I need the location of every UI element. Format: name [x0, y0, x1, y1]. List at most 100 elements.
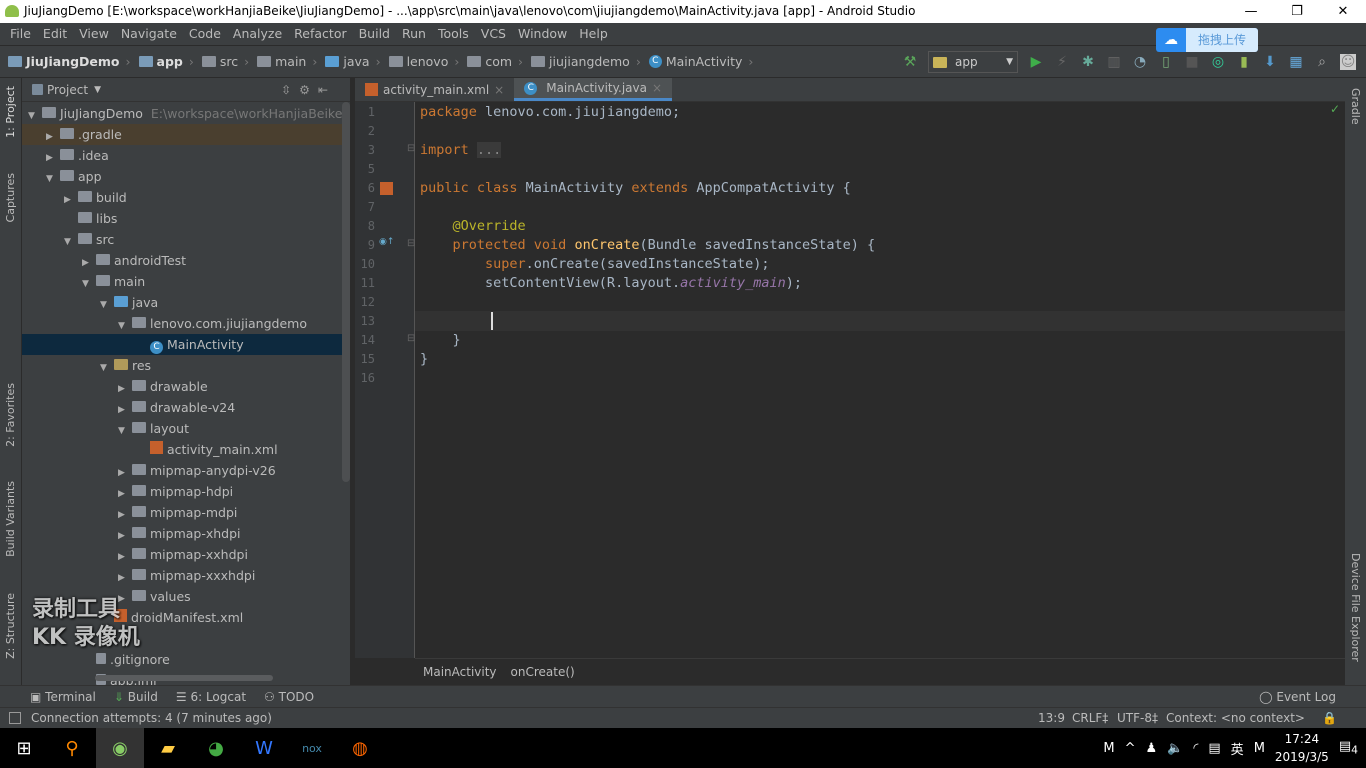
- tree-item[interactable]: ▶ .idea: [22, 145, 342, 166]
- tree-item[interactable]: ▼ layout: [22, 418, 342, 439]
- ime-icon[interactable]: ▤: [1208, 741, 1220, 756]
- tool-tab-device-file-explorer[interactable]: Device File Explorer: [1349, 553, 1362, 662]
- code-editor[interactable]: package lenovo.com.jiujiangdemo; import .…: [420, 102, 1345, 658]
- tree-item[interactable]: ▶ mipmap-anydpi-v26: [22, 460, 342, 481]
- run-icon[interactable]: ▶: [1028, 54, 1044, 70]
- menu-window[interactable]: Window: [512, 23, 573, 45]
- maximize-button[interactable]: ❐: [1274, 0, 1320, 23]
- file-explorer-icon[interactable]: ▰: [144, 728, 192, 768]
- avd-manager-icon[interactable]: ▮: [1236, 54, 1252, 70]
- recorder-icon[interactable]: ◍: [336, 728, 384, 768]
- menu-vcs[interactable]: VCS: [475, 23, 512, 45]
- breadcrumb-item[interactable]: java ›: [325, 54, 381, 69]
- search-app-icon[interactable]: ⚲: [48, 728, 96, 768]
- menu-tools[interactable]: Tools: [432, 23, 475, 45]
- android-studio-task-icon[interactable]: ◉: [96, 728, 144, 768]
- tree-item[interactable]: activity_main.xml: [22, 439, 342, 460]
- layout-link-icon[interactable]: [380, 182, 393, 195]
- tree-item[interactable]: ▶ .gradle: [22, 124, 342, 145]
- fold-icon[interactable]: ⊟: [407, 238, 415, 249]
- tool-tab-captures[interactable]: Captures: [4, 173, 17, 222]
- m-icon-2[interactable]: M: [1254, 741, 1265, 756]
- breadcrumb-item[interactable]: JiuJiangDemo ›: [8, 54, 131, 69]
- clock[interactable]: 17:24 2019/3/5: [1275, 730, 1329, 766]
- lock-icon[interactable]: 🔒: [1322, 708, 1337, 728]
- caret-position[interactable]: 13:9: [1038, 708, 1065, 728]
- tree-item[interactable]: ▼ JiuJiangDemo E:\workspace\workHanjiaBeik…: [22, 103, 350, 124]
- tree-item[interactable]: ▼ lenovo.com.jiujiangdemo: [22, 313, 342, 334]
- menu-code[interactable]: Code: [183, 23, 227, 45]
- tool-terminal[interactable]: ▣ Terminal: [30, 690, 96, 704]
- tool-tab-project[interactable]: 1: Project: [4, 86, 17, 138]
- tree-item[interactable]: ▼ main: [22, 271, 342, 292]
- tree-item[interactable]: ▶ androidTest: [22, 250, 342, 271]
- stop-icon[interactable]: ■: [1184, 54, 1200, 70]
- crumb-class[interactable]: MainActivity: [423, 665, 497, 679]
- close-tab-icon[interactable]: ×: [494, 78, 504, 102]
- inspection-ok-icon[interactable]: ✓: [1330, 102, 1340, 116]
- toggle-tool-windows-icon[interactable]: [9, 712, 21, 724]
- upload-widget[interactable]: ☁ 拖拽上传: [1156, 28, 1258, 52]
- user-avatar-icon[interactable]: ☺: [1340, 54, 1356, 70]
- project-horizontal-scrollbar[interactable]: [95, 675, 273, 681]
- gauge-icon[interactable]: ◔: [1132, 54, 1148, 70]
- tool-tab-gradle[interactable]: Gradle: [1349, 88, 1362, 125]
- m-icon[interactable]: M: [1103, 741, 1114, 756]
- menu-analyze[interactable]: Analyze: [227, 23, 288, 45]
- nox-icon[interactable]: nox: [288, 728, 336, 768]
- project-view-select[interactable]: Project: [47, 83, 88, 97]
- menu-run[interactable]: Run: [396, 23, 432, 45]
- debug-icon[interactable]: ✱: [1080, 54, 1096, 70]
- breadcrumb-item[interactable]: src ›: [201, 54, 249, 69]
- minimize-button[interactable]: —: [1228, 0, 1274, 23]
- tree-item[interactable]: ▶ mipmap-mdpi: [22, 502, 342, 523]
- tree-item[interactable]: ▶ drawable-v24: [22, 397, 342, 418]
- chevron-down-icon[interactable]: ▼: [94, 85, 101, 95]
- breadcrumb-item[interactable]: app ›: [138, 54, 194, 69]
- tree-item[interactable]: ▶ drawable: [22, 376, 342, 397]
- tree-item[interactable]: .gitignore: [22, 649, 342, 670]
- tree-item[interactable]: ▼ res: [22, 355, 342, 376]
- tree-item[interactable]: ▶ mipmap-hdpi: [22, 481, 342, 502]
- project-structure-icon[interactable]: ▦: [1288, 54, 1304, 70]
- run-config-select[interactable]: app ▼: [928, 51, 1018, 73]
- wps-icon[interactable]: W: [240, 728, 288, 768]
- project-scrollbar[interactable]: [342, 102, 350, 482]
- breadcrumb-item[interactable]: jiujiangdemo ›: [531, 54, 641, 69]
- tree-item[interactable]: libs: [22, 208, 342, 229]
- tool-tab-favorites[interactable]: 2: Favorites: [4, 383, 17, 447]
- override-icon[interactable]: ◉↑: [379, 237, 394, 247]
- menu-help[interactable]: Help: [573, 23, 614, 45]
- tool-tab-structure[interactable]: Z: Structure: [4, 593, 17, 659]
- qq-icon[interactable]: ♟: [1145, 741, 1157, 756]
- tree-item[interactable]: C MainActivity: [22, 334, 342, 355]
- sdk-manager-icon[interactable]: ⬇: [1262, 54, 1278, 70]
- tab-mainactivity-java[interactable]: C MainActivity.java ×: [514, 78, 673, 101]
- menu-file[interactable]: File: [4, 23, 37, 45]
- tool-todo[interactable]: ⚇ TODO: [264, 690, 314, 704]
- tree-item[interactable]: ▼ java: [22, 292, 342, 313]
- wifi-icon[interactable]: ◜: [1193, 741, 1198, 756]
- tool-tab-build-variants[interactable]: Build Variants: [4, 481, 17, 557]
- ime-language[interactable]: 英: [1231, 739, 1244, 758]
- breadcrumb-item[interactable]: C MainActivity ›: [648, 54, 753, 69]
- windows-start-icon[interactable]: ⊞: [0, 728, 48, 768]
- line-separator[interactable]: CRLF‡: [1072, 708, 1108, 728]
- tool-event-log[interactable]: ◯ Event Log: [1259, 690, 1336, 704]
- crumb-method[interactable]: onCreate(): [511, 665, 575, 679]
- tree-item[interactable]: ▼ src: [22, 229, 342, 250]
- tree-item[interactable]: ▶ mipmap-xxxhdpi: [22, 565, 342, 586]
- menu-edit[interactable]: Edit: [37, 23, 73, 45]
- tree-item[interactable]: ▶ build: [22, 187, 342, 208]
- breadcrumb-item[interactable]: main ›: [257, 54, 317, 69]
- sync-icon[interactable]: ◎: [1210, 54, 1226, 70]
- tree-item[interactable]: ▶ mipmap-xhdpi: [22, 523, 342, 544]
- tool-logcat[interactable]: ☰ 6: Logcat: [176, 690, 246, 704]
- notifications-icon[interactable]: ▤4: [1339, 739, 1358, 757]
- attach-debugger-icon[interactable]: ▯: [1158, 54, 1174, 70]
- panel-actions[interactable]: ⇳⚙⇤: [281, 83, 336, 97]
- breadcrumb-item[interactable]: com ›: [467, 54, 523, 69]
- search-icon[interactable]: ⌕: [1314, 54, 1330, 70]
- tool-build[interactable]: ⇓ Build: [114, 690, 158, 704]
- profile-icon[interactable]: ▥: [1106, 54, 1122, 70]
